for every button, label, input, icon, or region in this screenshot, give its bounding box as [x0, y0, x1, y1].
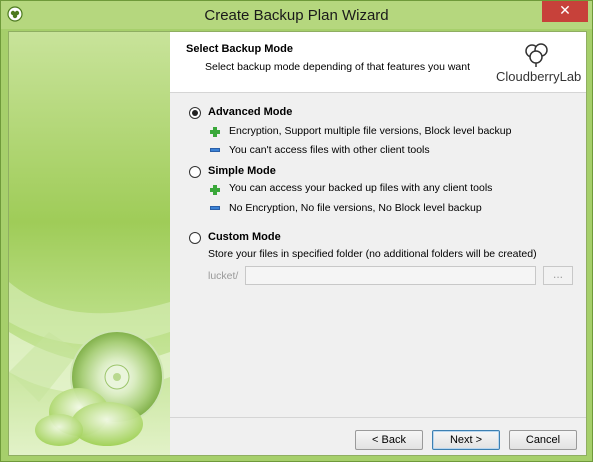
custom-mode-label[interactable]: Custom Mode	[208, 231, 281, 243]
next-button[interactable]: Next >	[432, 430, 500, 450]
custom-mode-description: Store your files in specified folder (no…	[208, 248, 537, 260]
plus-icon	[210, 185, 220, 195]
wizard-window: Create Backup Plan Wizard ✕ Select Backu…	[0, 0, 593, 462]
page-subtitle: Select backup mode depending of that fea…	[205, 61, 471, 73]
logo-text: CloudberryLab	[496, 69, 582, 84]
wizard-content: Select Backup Mode Select backup mode de…	[170, 32, 586, 455]
simple-mode-label[interactable]: Simple Mode	[208, 165, 276, 177]
page-title: Select Backup Mode	[186, 43, 293, 55]
simple-feature-1: You can access your backed up files with…	[229, 182, 493, 194]
page-header: Select Backup Mode Select backup mode de…	[170, 32, 586, 93]
cancel-button[interactable]: Cancel	[509, 430, 577, 450]
window-title: Create Backup Plan Wizard	[204, 7, 389, 24]
advanced-feature-2: You can't access files with other client…	[229, 144, 430, 156]
plus-icon	[210, 127, 220, 137]
title-bar[interactable]: Create Backup Plan Wizard ✕	[1, 1, 592, 29]
bucket-prefix-label: lucket/	[208, 270, 239, 282]
wizard-client-area: Select Backup Mode Select backup mode de…	[8, 31, 587, 456]
back-button[interactable]: < Back	[355, 430, 423, 450]
footer-divider	[170, 417, 586, 418]
advanced-mode-radio[interactable]	[189, 107, 201, 119]
minus-icon	[210, 148, 220, 152]
simple-mode-radio[interactable]	[189, 166, 201, 178]
custom-folder-input[interactable]	[245, 266, 536, 285]
custom-mode-radio[interactable]	[189, 232, 201, 244]
advanced-feature-1: Encryption, Support multiple file versio…	[229, 125, 512, 137]
side-banner	[9, 32, 170, 455]
disc-cloud-illustration	[9, 282, 170, 446]
minus-icon	[210, 206, 220, 210]
cloudberry-logo-icon	[525, 43, 548, 67]
simple-feature-2: No Encryption, No file versions, No Bloc…	[229, 202, 482, 214]
close-button[interactable]: ✕	[542, 1, 588, 22]
advanced-mode-label[interactable]: Advanced Mode	[208, 106, 292, 118]
browse-button[interactable]: ...	[543, 266, 573, 285]
close-icon: ✕	[559, 3, 571, 19]
